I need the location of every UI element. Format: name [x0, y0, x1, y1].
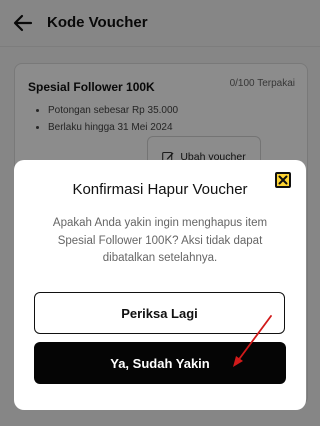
- close-icon: [278, 175, 288, 185]
- delete-confirmation-dialog: Konfirmasi Hapur Voucher Apakah Anda yak…: [14, 160, 306, 410]
- close-button[interactable]: [275, 172, 291, 188]
- annotation-arrow-icon: [233, 315, 272, 367]
- dialog-message: Apakah Anda yakin ingin menghapus item S…: [52, 217, 268, 264]
- dialog-title: Konfirmasi Hapur Voucher: [72, 181, 248, 198]
